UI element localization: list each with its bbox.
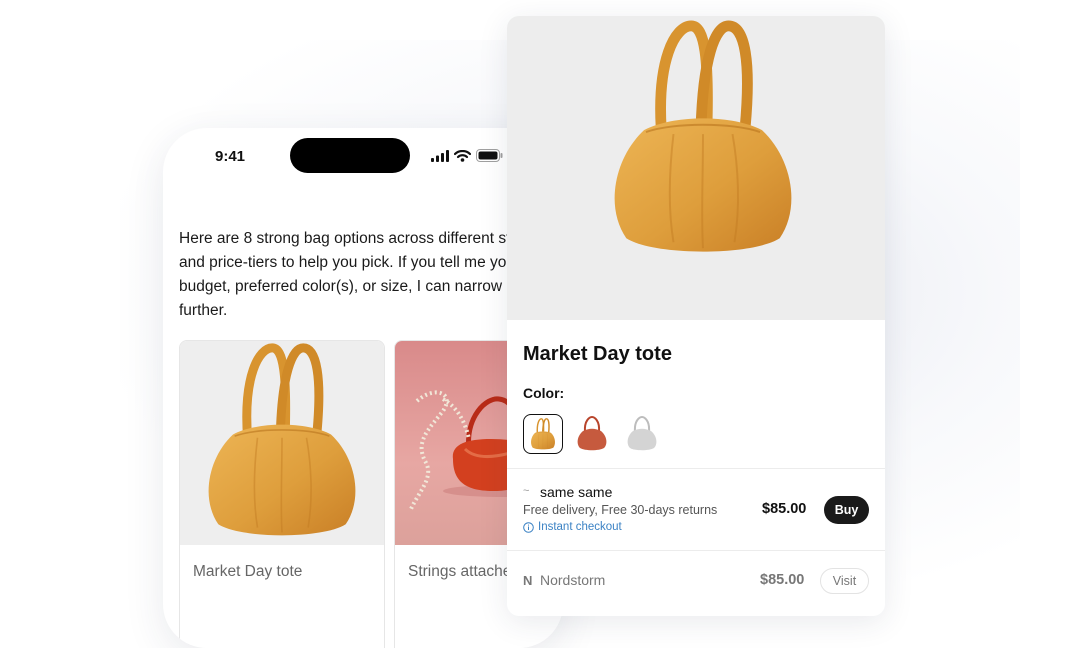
wifi-icon xyxy=(454,149,471,162)
phone-frame: 9:41 Here are 8 strong bag options acros… xyxy=(163,128,563,648)
instant-checkout-label: Instant checkout xyxy=(538,521,622,533)
instant-checkout-badge: Instant checkout xyxy=(523,521,622,533)
tote-bag-thumb xyxy=(577,415,607,451)
product-title: Market Day tote xyxy=(523,343,672,365)
buy-button[interactable]: Buy xyxy=(824,496,869,524)
product-hero-image xyxy=(507,16,885,320)
product-detail-panel: Market Day tote Color: ~ same same Free … xyxy=(507,16,885,616)
seller-name: same same xyxy=(540,484,613,500)
product-card-title: Market Day tote xyxy=(193,563,303,580)
nordstrom-logo-icon: N xyxy=(523,573,533,588)
status-time: 9:41 xyxy=(215,148,246,165)
status-icons xyxy=(431,149,503,162)
signal-icon xyxy=(431,149,449,162)
battery-icon xyxy=(476,149,503,162)
seller-name: Nordstorm xyxy=(540,572,606,588)
color-swatch-silver[interactable] xyxy=(623,414,661,452)
dynamic-island xyxy=(290,138,410,173)
assistant-message: Here are 8 strong bag options across dif… xyxy=(179,230,538,319)
offer-price: $85.00 xyxy=(762,501,807,517)
tote-bag-image xyxy=(507,16,885,320)
seller-logo-icon: ~ xyxy=(523,485,530,497)
divider xyxy=(507,550,885,551)
product-image xyxy=(180,341,384,545)
tote-bag-image xyxy=(180,341,384,545)
tote-bag-thumb xyxy=(627,415,657,451)
visit-button[interactable]: Visit xyxy=(820,568,869,594)
divider xyxy=(507,468,885,469)
info-icon xyxy=(523,521,534,533)
product-card[interactable]: Market Day tote xyxy=(179,340,385,648)
color-swatch-rust[interactable] xyxy=(573,414,611,452)
color-label: Color: xyxy=(523,385,565,401)
tote-bag-thumb xyxy=(530,418,556,450)
offer-price: $85.00 xyxy=(760,572,805,588)
product-card-title: Strings attached xyxy=(408,563,521,580)
delivery-info: Free delivery, Free 30-days returns xyxy=(523,503,718,517)
color-swatch-mustard[interactable] xyxy=(523,414,563,454)
